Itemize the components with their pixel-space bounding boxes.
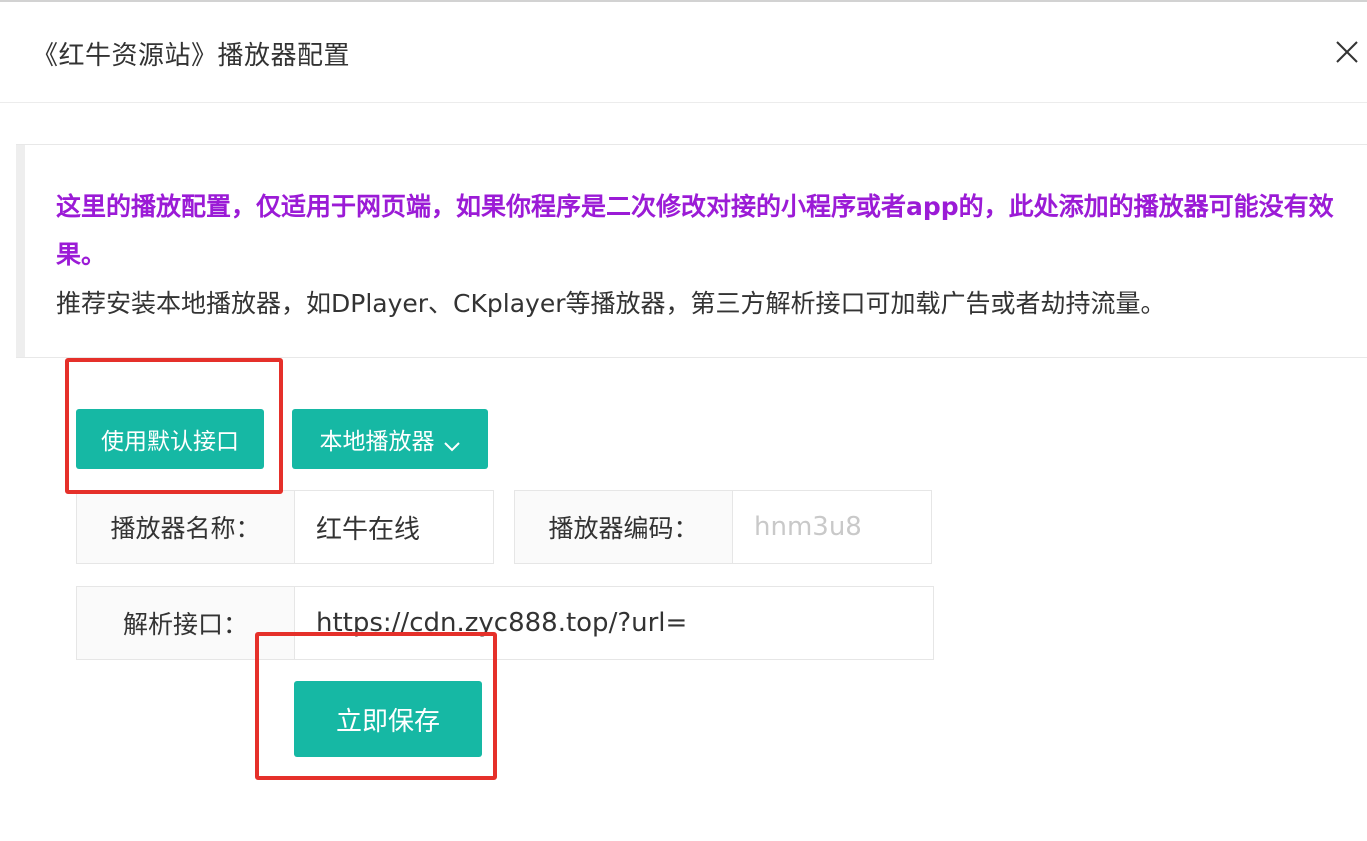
dialog-title: 《红牛资源站》播放器配置 bbox=[32, 41, 351, 71]
use-default-api-label: 使用默认接口 bbox=[101, 429, 239, 455]
player-name-field: 播放器名称： bbox=[76, 490, 494, 564]
player-code-field: 播放器编码： bbox=[514, 490, 932, 564]
local-player-dropdown-button[interactable]: 本地播放器 bbox=[292, 409, 488, 469]
player-code-input[interactable] bbox=[733, 491, 931, 563]
parse-api-input[interactable] bbox=[295, 587, 933, 659]
notice-warning: 这里的播放配置，仅适用于网页端，如果你程序是二次修改对接的小程序或者app的，此… bbox=[56, 192, 1334, 269]
parse-api-field: 解析接口： bbox=[76, 586, 934, 660]
local-player-label: 本地播放器 bbox=[319, 429, 435, 455]
player-name-label: 播放器名称： bbox=[77, 491, 295, 563]
notice-accent-bar bbox=[16, 145, 25, 357]
player-code-label: 播放器编码： bbox=[515, 491, 733, 563]
notice-tip: 推荐安装本地播放器，如DPlayer、CKplayer等播放器，第三方解析接口可… bbox=[56, 289, 1166, 318]
close-icon[interactable] bbox=[1333, 38, 1361, 66]
player-name-input[interactable] bbox=[295, 491, 493, 563]
parse-api-label: 解析接口： bbox=[77, 587, 295, 659]
save-now-button[interactable]: 立即保存 bbox=[294, 681, 482, 757]
dialog-header: 《红牛资源站》播放器配置 bbox=[0, 2, 1367, 103]
save-now-label: 立即保存 bbox=[335, 706, 440, 737]
chevron-down-icon bbox=[443, 433, 461, 452]
notice-box: 这里的播放配置，仅适用于网页端，如果你程序是二次修改对接的小程序或者app的，此… bbox=[16, 144, 1367, 358]
use-default-api-button[interactable]: 使用默认接口 bbox=[76, 409, 264, 469]
